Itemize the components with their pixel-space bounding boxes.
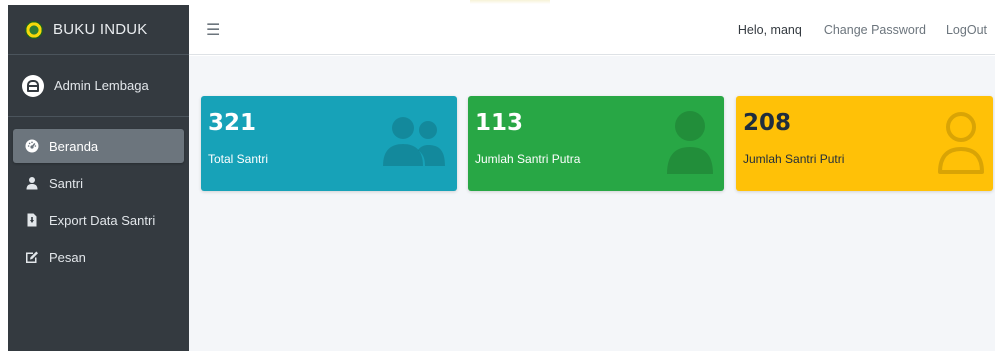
stat-card-total-santri[interactable]: 321 Total Santri xyxy=(201,96,457,191)
user-panel[interactable]: Admin Lembaga xyxy=(8,55,189,117)
top-navbar: ☰ Helo, manq Change Password LogOut xyxy=(189,5,995,55)
sidebar: BUKU INDUK Admin Lembaga Beranda Santri … xyxy=(8,5,189,351)
sidebar-item-label: Pesan xyxy=(49,249,86,265)
sidebar-item-label: Export Data Santri xyxy=(49,212,156,228)
stat-label: Total Santri xyxy=(208,152,269,166)
brand-link[interactable]: BUKU INDUK xyxy=(8,5,189,55)
topbar-right: Helo, manq Change Password LogOut xyxy=(738,23,995,37)
logout-link[interactable]: LogOut xyxy=(946,23,987,37)
stat-value: 208 xyxy=(743,110,792,136)
hamburger-icon[interactable]: ☰ xyxy=(206,20,220,40)
dashboard-icon xyxy=(25,139,39,153)
file-download-icon xyxy=(25,213,39,227)
edit-icon xyxy=(25,250,39,264)
greeting-text: Helo, manq xyxy=(737,22,802,37)
top-decoration xyxy=(470,0,550,4)
sidebar-item-beranda[interactable]: Beranda xyxy=(13,129,184,163)
stat-value: 113 xyxy=(475,110,524,136)
user-name: Admin Lembaga xyxy=(54,78,149,93)
sidebar-item-label: Santri xyxy=(49,175,83,191)
stat-label: Jumlah Santri Putra xyxy=(475,152,581,166)
user-icon xyxy=(666,110,714,179)
stat-value: 321 xyxy=(208,110,257,136)
main-content: 321 Total Santri 113 Jumlah Santri Putra… xyxy=(189,56,995,351)
stat-card-santri-putri[interactable]: 208 Jumlah Santri Putri xyxy=(736,96,993,191)
brand-logo-icon xyxy=(25,20,43,39)
sidebar-item-santri[interactable]: Santri xyxy=(13,166,184,200)
user-icon xyxy=(25,176,39,190)
brand-title: BUKU INDUK xyxy=(53,21,148,38)
users-icon xyxy=(381,110,447,171)
user-avatar-icon xyxy=(22,74,44,97)
user-outline-icon xyxy=(936,110,986,179)
sidebar-item-label: Beranda xyxy=(49,138,99,154)
sidebar-item-pesan[interactable]: Pesan xyxy=(13,240,184,274)
stat-label: Jumlah Santri Putri xyxy=(743,152,845,166)
sidebar-nav: Beranda Santri Export Data Santri Pesan xyxy=(8,129,189,274)
sidebar-item-export[interactable]: Export Data Santri xyxy=(13,203,184,237)
change-password-link[interactable]: Change Password xyxy=(824,23,926,37)
stat-card-santri-putra[interactable]: 113 Jumlah Santri Putra xyxy=(468,96,724,191)
